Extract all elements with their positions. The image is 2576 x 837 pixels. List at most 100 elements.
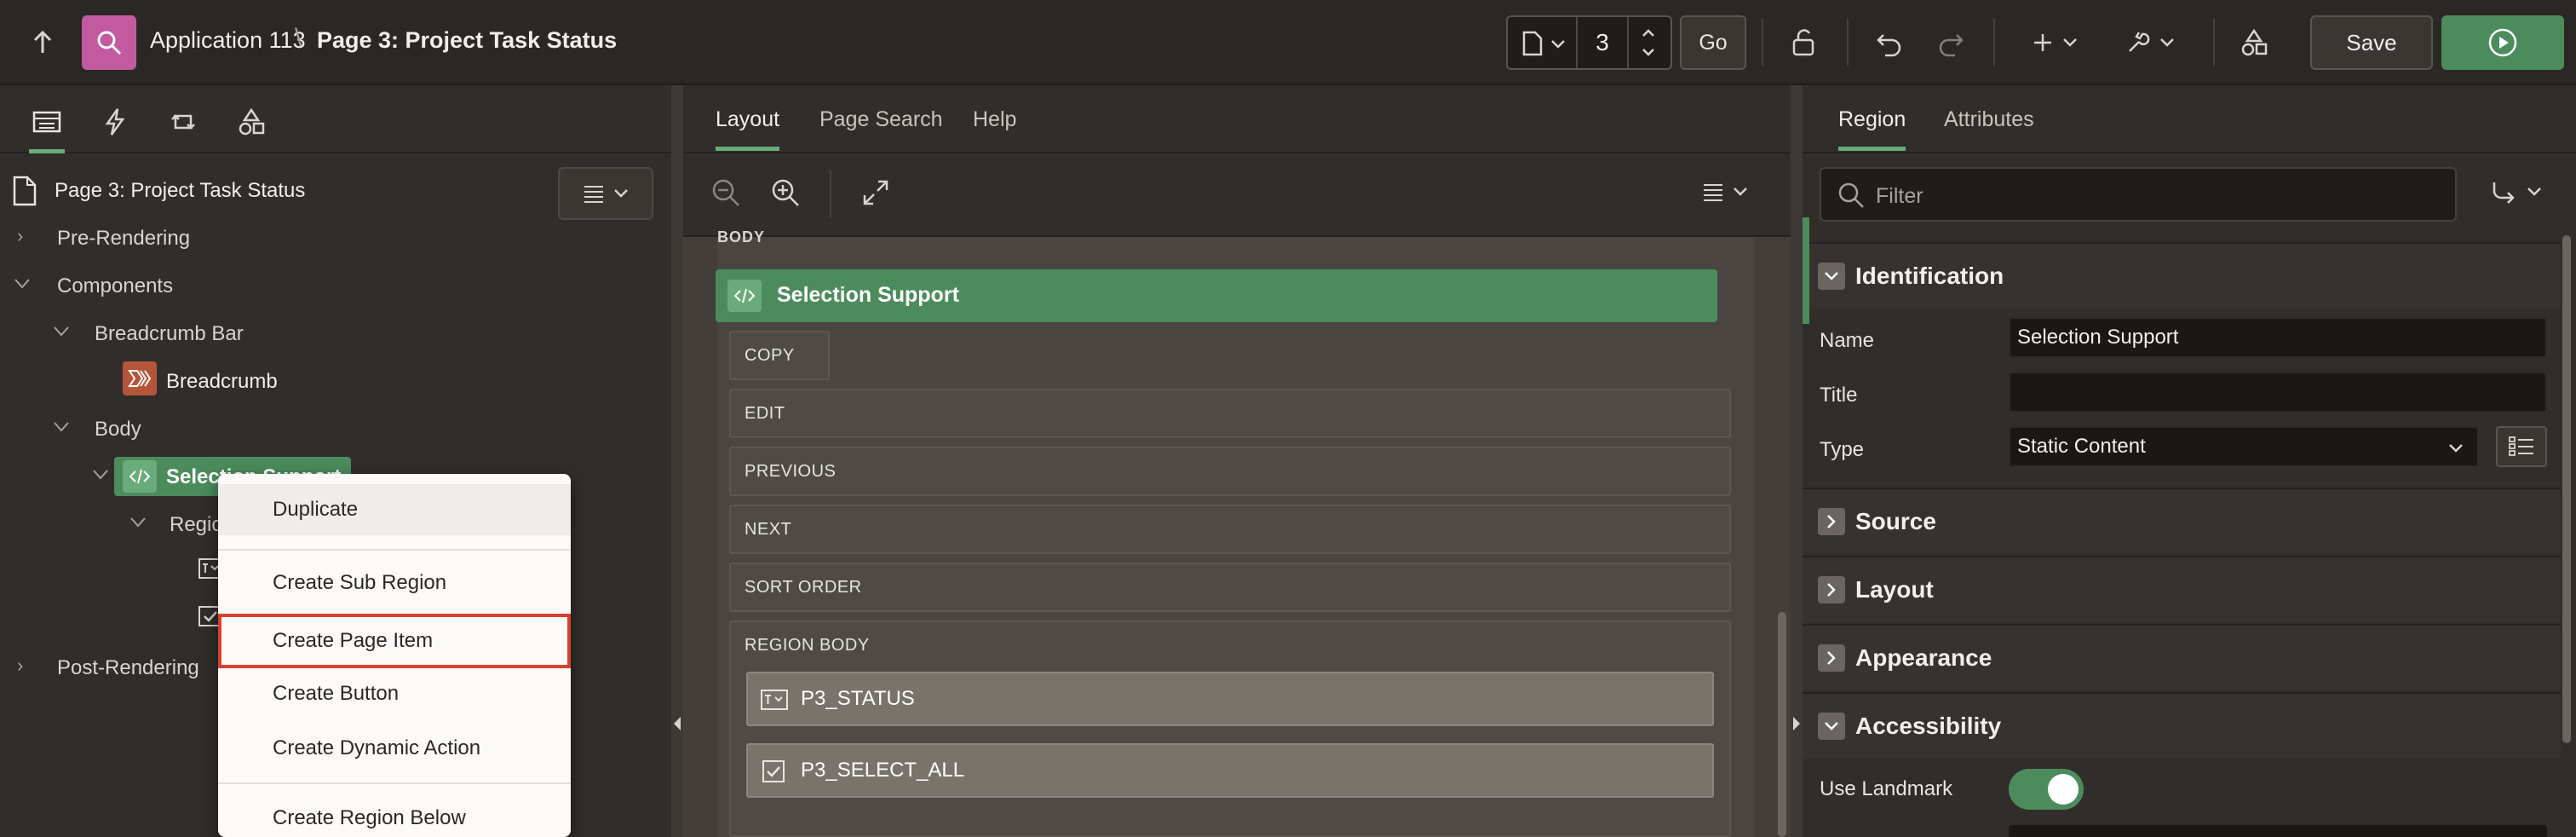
type-select[interactable]: Static Content	[2009, 426, 2479, 467]
go-button[interactable]: Go	[1680, 15, 1746, 70]
static-content-icon	[727, 280, 762, 312]
expand-icon[interactable]	[1818, 508, 1845, 535]
chevron-down-icon[interactable]	[129, 517, 147, 528]
menu-separator	[218, 549, 571, 551]
tree-node-region-body[interactable]: Regio	[170, 513, 223, 537]
utilities-menu-button[interactable]	[2116, 24, 2184, 61]
undo-icon[interactable]	[1871, 24, 1908, 61]
wrench-icon	[2129, 32, 2150, 52]
chevron-down-icon[interactable]	[53, 326, 70, 338]
zoom-in-icon[interactable]	[770, 177, 801, 208]
app-logo-icon[interactable]	[82, 15, 136, 70]
filter-input[interactable]: Filter	[1820, 167, 2457, 222]
tree-node-pre-rendering[interactable]: Pre-Rendering	[57, 227, 190, 251]
slot-edit[interactable]: EDIT	[729, 389, 1731, 438]
chevron-right-icon[interactable]: ›	[17, 655, 23, 677]
tree-menu-button[interactable]	[558, 167, 653, 220]
tab-shared-components[interactable]	[230, 101, 273, 143]
tree-node-breadcrumb-bar[interactable]: Breadcrumb Bar	[95, 322, 244, 346]
expand-icon[interactable]	[1818, 644, 1845, 672]
menu-item-create-page-item[interactable]: Create Page Item	[218, 614, 571, 668]
plus-icon	[2034, 34, 2051, 51]
landmark-type-field[interactable]	[2009, 825, 2547, 837]
group-title: Source	[1855, 508, 1936, 534]
context-menu: Duplicate Create Sub Region Create Page …	[218, 474, 571, 837]
app-name-link[interactable]: Application 113	[150, 27, 306, 54]
tree-node-breadcrumb[interactable]: Breadcrumb	[166, 370, 278, 394]
tab-help[interactable]: Help	[973, 107, 1016, 132]
tab-layout[interactable]: Layout	[716, 107, 780, 151]
save-button[interactable]: Save	[2310, 15, 2433, 70]
chevron-down-icon[interactable]	[53, 421, 70, 433]
type-select-value: Static Content	[2017, 435, 2146, 458]
left-splitter[interactable]	[671, 85, 683, 837]
prop-label-title: Title	[1820, 384, 1858, 407]
chevron-right-icon[interactable]: ›	[17, 225, 23, 247]
page-item-p3-status[interactable]: P3_STATUS	[746, 672, 1714, 726]
slot-sort-order[interactable]: SORT ORDER	[729, 563, 1731, 612]
title-field[interactable]	[2009, 372, 2547, 413]
list-of-values-button[interactable]	[2496, 426, 2547, 467]
expand-icon[interactable]	[862, 179, 889, 206]
shared-components-icon[interactable]	[2235, 24, 2273, 61]
go-to-group-button[interactable]	[2491, 179, 2542, 205]
page-selector[interactable]: 3	[1506, 15, 1672, 70]
tree-node-components[interactable]: Components	[57, 274, 173, 298]
redo-icon[interactable]	[1932, 24, 1969, 61]
up-arrow-icon[interactable]	[26, 26, 60, 60]
center-tabs: Layout Page Search Help	[683, 85, 1791, 153]
menu-item-create-dynamic-action[interactable]: Create Dynamic Action	[218, 723, 571, 774]
create-menu-button[interactable]	[2021, 24, 2089, 61]
expand-icon[interactable]	[1818, 576, 1845, 603]
region-selection-support[interactable]: Selection Support	[716, 269, 1717, 322]
zoom-out-icon[interactable]	[710, 177, 741, 208]
tab-rendering[interactable]	[26, 101, 68, 153]
right-splitter[interactable]	[1791, 85, 1803, 837]
group-accessibility[interactable]: Accessibility	[1803, 692, 2561, 759]
divider	[830, 170, 831, 218]
group-title: Layout	[1855, 576, 1934, 603]
name-field[interactable]: Selection Support	[2009, 317, 2547, 358]
group-source[interactable]: Source	[1803, 488, 2561, 554]
use-landmark-toggle[interactable]	[2009, 769, 2084, 810]
chevron-down-icon	[2527, 188, 2541, 196]
divider	[2213, 19, 2215, 66]
tab-attributes[interactable]: Attributes	[1944, 107, 2034, 132]
chevron-down-icon[interactable]	[14, 278, 31, 290]
layout-scrollbar[interactable]	[1778, 612, 1786, 837]
caret-left-icon[interactable]	[673, 716, 681, 731]
prop-label-use-landmark: Use Landmark	[1820, 777, 1953, 800]
property-editor-panel: Region Attributes Filter Identification …	[1803, 85, 2576, 837]
layout-menu-button[interactable]	[1702, 182, 1748, 201]
collapse-icon[interactable]	[1818, 713, 1845, 740]
slot-copy[interactable]: COPY	[729, 331, 830, 380]
page-item-p3-select-all[interactable]: P3_SELECT_ALL	[746, 743, 1714, 798]
active-group-indicator	[1803, 217, 1809, 324]
stepper-icon[interactable]	[1641, 26, 1656, 60]
menu-item-create-region-below[interactable]: Create Region Below	[218, 793, 571, 837]
tree-node-page[interactable]: Page 3: Project Task Status	[55, 179, 305, 203]
slot-region-body[interactable]: REGION BODY	[729, 621, 1731, 837]
page-number-input[interactable]: 3	[1576, 17, 1629, 68]
tree-node-body[interactable]: Body	[95, 418, 141, 442]
menu-item-create-sub-region[interactable]: Create Sub Region	[218, 557, 571, 609]
run-page-button[interactable]	[2441, 15, 2564, 70]
tab-region[interactable]: Region	[1838, 107, 1906, 151]
caret-right-icon[interactable]	[1792, 716, 1801, 731]
property-scrollbar[interactable]	[2562, 235, 2571, 743]
group-layout[interactable]: Layout	[1803, 556, 2561, 622]
group-identification[interactable]: Identification	[1803, 242, 2561, 309]
group-appearance[interactable]: Appearance	[1803, 624, 2561, 690]
slot-previous[interactable]: PREVIOUS	[729, 447, 1731, 496]
collapse-icon[interactable]	[1818, 263, 1845, 290]
group-title: Identification	[1855, 263, 2004, 289]
lock-icon[interactable]	[1785, 24, 1823, 61]
menu-item-create-button[interactable]: Create Button	[218, 668, 571, 719]
menu-item-duplicate[interactable]: Duplicate	[218, 484, 571, 535]
tree-node-post-rendering[interactable]: Post-Rendering	[57, 656, 199, 680]
chevron-down-icon[interactable]	[92, 469, 109, 481]
tab-page-search[interactable]: Page Search	[819, 107, 943, 132]
slot-next[interactable]: NEXT	[729, 505, 1731, 554]
tab-processing[interactable]	[162, 101, 204, 143]
tab-dynamic-actions[interactable]	[94, 101, 136, 143]
